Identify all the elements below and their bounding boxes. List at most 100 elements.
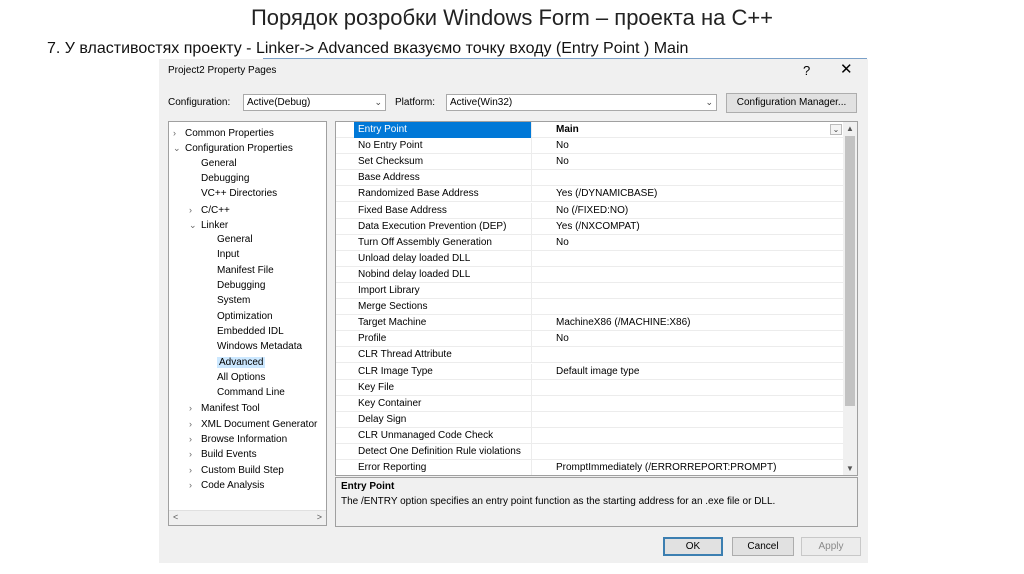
scroll-up-icon[interactable]: ▲: [846, 124, 854, 133]
property-row[interactable]: CLR Unmanaged Code Check: [336, 427, 844, 444]
tree-item[interactable]: Optimization: [205, 310, 273, 324]
expander-icon[interactable]: ⌄: [173, 141, 185, 155]
tree-item[interactable]: Windows Metadata: [205, 340, 302, 354]
tree-item[interactable]: › Build Events: [189, 447, 257, 461]
property-name: Detect One Definition Rule violations: [336, 444, 532, 460]
property-row[interactable]: Import Library: [336, 283, 844, 299]
tree-item[interactable]: › XML Document Generator: [189, 417, 317, 431]
expander-icon[interactable]: ›: [189, 478, 201, 492]
slide-subtitle: 7. У властивостях проекту - Linker-> Adv…: [47, 40, 689, 57]
property-value[interactable]: PromptImmediately (/ERRORREPORT:PROMPT): [556, 460, 824, 475]
tree-item-label: Windows Metadata: [217, 341, 303, 353]
tree-item[interactable]: General: [205, 233, 253, 247]
scroll-right-icon[interactable]: >: [317, 512, 322, 522]
property-row[interactable]: Error Reporting PromptImmediately (/ERROR…: [336, 460, 844, 475]
property-row[interactable]: Target Machine MachineX86 (/MACHINE:X86): [336, 315, 844, 332]
tree-item-label: General: [217, 234, 253, 246]
property-name: Randomized Base Address: [336, 186, 532, 203]
help-button[interactable]: ?: [803, 63, 810, 78]
property-value[interactable]: Main: [556, 122, 824, 137]
tree-item[interactable]: › Manifest Tool: [189, 401, 260, 415]
tree-item-label: General: [201, 157, 237, 169]
property-name: Fixed Base Address: [336, 202, 532, 219]
property-row[interactable]: Randomized Base Address Yes (/DYNAMICBASE…: [336, 186, 844, 203]
tree-item[interactable]: Embedded IDL: [205, 325, 284, 339]
scroll-down-icon[interactable]: ▼: [846, 464, 854, 473]
tree-item[interactable]: Debugging: [189, 172, 249, 186]
tree-item[interactable]: › Custom Build Step: [189, 463, 284, 477]
property-value[interactable]: No (/FIXED:NO): [556, 203, 824, 218]
expander-icon[interactable]: ›: [173, 126, 185, 140]
tree-item[interactable]: ⌄ Linker: [189, 218, 228, 232]
property-value[interactable]: No: [556, 138, 824, 153]
property-row[interactable]: Entry Point Main ⌄: [336, 122, 844, 138]
property-row[interactable]: Unload delay loaded DLL: [336, 250, 844, 267]
property-row[interactable]: Delay Sign: [336, 411, 844, 428]
cancel-button[interactable]: Cancel: [732, 537, 794, 556]
tree-item-label: Configuration Properties: [185, 143, 293, 155]
property-name: Entry Point: [354, 122, 532, 138]
expander-icon[interactable]: ›: [189, 203, 201, 217]
property-row[interactable]: Profile No: [336, 331, 844, 348]
property-row[interactable]: Key File: [336, 379, 844, 396]
tree-item[interactable]: Debugging: [205, 279, 265, 293]
expander-icon[interactable]: ›: [189, 463, 201, 477]
tree-item[interactable]: › Common Properties: [173, 126, 274, 140]
expander-icon[interactable]: ›: [189, 401, 201, 415]
tree-horizontal-scrollbar[interactable]: < >: [169, 510, 326, 525]
property-row[interactable]: Detect One Definition Rule violations: [336, 444, 844, 460]
tree-item[interactable]: Command Line: [205, 386, 285, 400]
configuration-manager-button[interactable]: Configuration Manager...: [726, 93, 857, 113]
expander-icon[interactable]: ›: [189, 417, 201, 431]
property-row[interactable]: Turn Off Assembly Generation No: [336, 234, 844, 251]
expander-icon[interactable]: ⌄: [189, 218, 201, 232]
property-value[interactable]: Yes (/NXCOMPAT): [556, 219, 824, 234]
configuration-combo[interactable]: Active(Debug) ⌄: [243, 94, 386, 111]
grid-vertical-scrollbar[interactable]: ▲ ▼: [843, 122, 857, 475]
tree-item[interactable]: General: [189, 157, 237, 171]
expander-icon[interactable]: ›: [189, 432, 201, 446]
scrollbar-thumb[interactable]: [845, 136, 855, 406]
tree-item-label: System: [217, 295, 251, 307]
property-row[interactable]: Data Execution Prevention (DEP) Yes (/NXC…: [336, 218, 844, 235]
close-icon[interactable]: ✕: [840, 60, 853, 78]
platform-combo[interactable]: Active(Win32) ⌄: [446, 94, 717, 111]
property-row[interactable]: No Entry Point No: [336, 138, 844, 155]
property-row[interactable]: Set Checksum No: [336, 154, 844, 171]
tree-item[interactable]: › C/C++: [189, 203, 230, 217]
property-value[interactable]: No: [556, 154, 824, 169]
property-value[interactable]: No: [556, 331, 824, 346]
scroll-left-icon[interactable]: <: [173, 512, 178, 522]
tree-item-label: VC++ Directories: [201, 188, 278, 200]
dialog-title: Project2 Property Pages: [168, 65, 277, 76]
property-row[interactable]: Merge Sections: [336, 299, 844, 316]
tree-item[interactable]: Input: [205, 248, 239, 262]
ok-button[interactable]: OK: [663, 537, 723, 556]
chevron-down-icon[interactable]: ⌄: [830, 124, 842, 135]
tree-item[interactable]: Advanced: [205, 356, 266, 370]
tree-item-label: Input: [217, 249, 240, 261]
property-value[interactable]: No: [556, 235, 824, 250]
property-row[interactable]: Fixed Base Address No (/FIXED:NO): [336, 202, 844, 219]
property-row[interactable]: CLR Image Type Default image type: [336, 363, 844, 380]
tree-item[interactable]: › Browse Information: [189, 432, 287, 446]
tree-item-label: Debugging: [201, 172, 250, 184]
property-row[interactable]: CLR Thread Attribute: [336, 347, 844, 364]
property-row[interactable]: Key Container: [336, 395, 844, 412]
property-row[interactable]: Nobind delay loaded DLL: [336, 266, 844, 283]
property-name: No Entry Point: [336, 138, 532, 155]
tree-item-label: Manifest File: [217, 264, 274, 276]
tree-item[interactable]: VC++ Directories: [189, 187, 277, 201]
tree-item[interactable]: Manifest File: [205, 264, 274, 278]
tree-item[interactable]: System: [205, 294, 250, 308]
expander-icon[interactable]: ›: [189, 447, 201, 461]
tree-item[interactable]: All Options: [205, 371, 265, 385]
tree-item[interactable]: ⌄ Configuration Properties: [173, 141, 293, 155]
property-value[interactable]: Yes (/DYNAMICBASE): [556, 186, 824, 201]
property-value[interactable]: MachineX86 (/MACHINE:X86): [556, 315, 824, 330]
apply-button[interactable]: Apply: [801, 537, 861, 556]
property-name: CLR Image Type: [336, 363, 532, 380]
tree-item[interactable]: › Code Analysis: [189, 478, 264, 492]
property-row[interactable]: Base Address: [336, 170, 844, 187]
property-value[interactable]: Default image type: [556, 364, 824, 379]
